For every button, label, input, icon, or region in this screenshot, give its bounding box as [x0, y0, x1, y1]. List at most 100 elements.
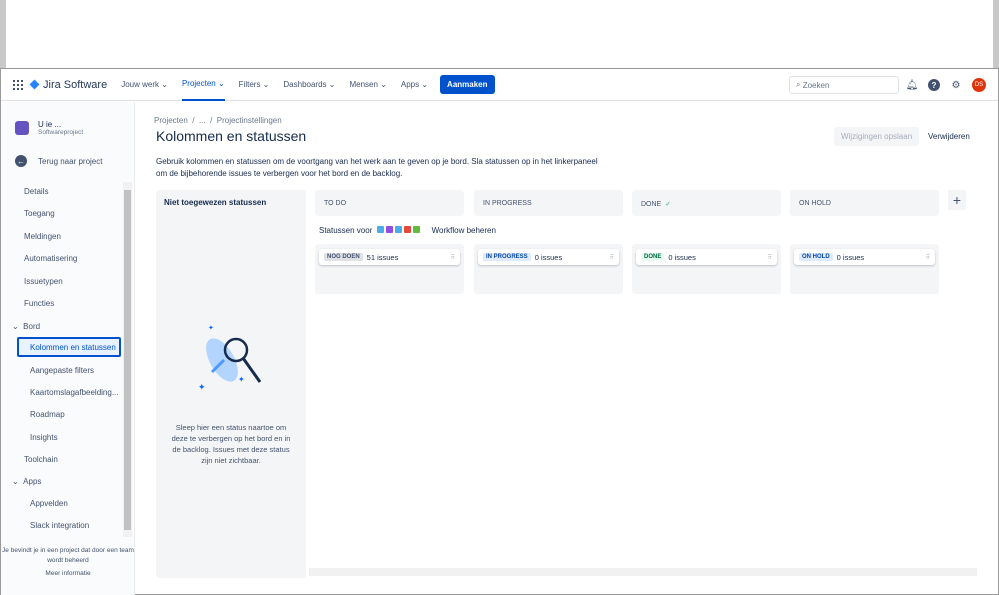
status-card[interactable]: ON HOLD 0 issues ⠿ — [794, 249, 935, 265]
project-header: U ie ... Softwareproject — [15, 120, 83, 136]
sidebar-item-toegang[interactable]: Toegang — [24, 203, 55, 223]
drag-handle-icon[interactable]: ⠿ — [926, 254, 930, 261]
sidebar-item-kolommen[interactable]: Kolommen en statussen — [17, 337, 121, 357]
nav-projecten[interactable]: Projecten ⌄ — [181, 69, 225, 101]
manage-workflow-link[interactable]: Workflow beheren — [432, 226, 496, 235]
check-icon: ✓ — [665, 201, 671, 208]
breadcrumb-projecten[interactable]: Projecten — [154, 116, 188, 125]
issue-type-icons — [375, 226, 420, 235]
more-info-link[interactable]: Meer informatie — [1, 569, 135, 579]
unassigned-statuses-panel: Niet toegewezen statussen ✦ ✦ ✦ Sleep hier… — [156, 190, 306, 578]
search-icon: ⌕ — [796, 80, 803, 89]
sidebar-item-toolchain[interactable]: Toolchain — [24, 449, 58, 469]
top-nav: Jira Software Jouw werk ⌄ Projecten ⌄ Fi… — [1, 69, 998, 101]
status-lozenge: DONE — [641, 253, 665, 261]
nav-apps[interactable]: Apps ⌄ — [401, 69, 428, 101]
search-input[interactable]: ⌕ Zoeken — [789, 76, 899, 94]
save-button[interactable]: Wijzigingen opslaan — [834, 127, 920, 146]
drag-handle-icon[interactable]: ⠿ — [451, 254, 455, 261]
statuses-for-label: Statussen voor — [319, 226, 373, 235]
issue-type-icon — [385, 226, 393, 233]
sidebar: U ie ... Softwareproject ← Terug naar proj… — [1, 102, 135, 595]
project-type: Softwareproject — [38, 129, 84, 136]
drag-handle-icon[interactable]: ⠿ — [768, 254, 772, 261]
jira-logo[interactable]: Jira Software — [29, 78, 108, 91]
delete-button[interactable]: Verwijderen — [928, 132, 970, 141]
sidebar-item-insights[interactable]: Insights — [30, 427, 58, 447]
create-button[interactable]: Aanmaken — [440, 75, 495, 94]
sidebar-item-filters[interactable]: Aangepaste filters — [30, 360, 94, 380]
column-dropzone: IN PROGRESS 0 issues ⠿ — [474, 244, 623, 294]
sidebar-item-bord[interactable]: ⌄ Bord — [12, 316, 40, 336]
app-switcher-icon[interactable] — [13, 79, 23, 90]
chevron-down-icon: ⌄ — [12, 476, 24, 486]
svg-text:✦: ✦ — [238, 375, 245, 384]
arrow-left-icon: ← — [15, 155, 27, 167]
nav-filters[interactable]: Filters ⌄ — [239, 69, 270, 101]
column-dropzone: DONE 0 issues ⠿ — [632, 244, 781, 294]
nav-dashboards[interactable]: Dashboards ⌄ — [283, 69, 335, 101]
issue-count: 0 issues — [668, 252, 696, 262]
sidebar-item-appvelden[interactable]: Appvelden — [30, 493, 68, 513]
issue-count: 0 issues — [836, 252, 865, 262]
column-inprogress-header[interactable]: IN PROGRESS — [474, 190, 623, 216]
column-todo-header[interactable]: TO DO — [315, 190, 464, 216]
column-dropzone: ON HOLD 0 issues ⠿ — [790, 244, 939, 294]
status-card[interactable]: DONE 0 issues ⠿ — [636, 249, 777, 265]
product-name: Jira Software — [43, 78, 108, 91]
avatar[interactable]: DS — [972, 78, 986, 92]
sidebar-item-apps[interactable]: ⌄ Apps — [12, 471, 41, 491]
status-lozenge: IN PROGRESS — [483, 253, 531, 261]
issue-type-icon — [412, 226, 420, 233]
issue-count: 51 issues — [366, 252, 399, 262]
column-done-header[interactable]: DONE ✓ — [632, 190, 781, 216]
help-icon[interactable]: ? — [928, 79, 940, 91]
drag-handle-icon[interactable]: ⠿ — [610, 254, 614, 261]
gear-icon[interactable]: ⚙ — [950, 79, 962, 91]
status-card[interactable]: IN PROGRESS 0 issues ⠿ — [478, 249, 619, 265]
back-to-project[interactable]: ← Terug naar project — [15, 155, 102, 167]
issue-type-icon — [376, 226, 384, 233]
sidebar-item-automatisering[interactable]: Automatisering — [24, 248, 77, 268]
issue-type-icon — [403, 226, 411, 233]
issue-type-icon — [394, 226, 402, 233]
sidebar-item-meldingen[interactable]: Meldingen — [24, 226, 61, 246]
sidebar-item-functies[interactable]: Functies — [24, 293, 54, 313]
svg-text:✦: ✦ — [208, 324, 214, 332]
team-managed-note: Je bevindt je in een project dat door ee… — [2, 547, 134, 564]
unassigned-title: Niet toegewezen statussen — [164, 198, 267, 207]
nav-jouw-werk[interactable]: Jouw werk ⌄ — [121, 69, 168, 101]
horizontal-scrollbar[interactable] — [309, 568, 977, 576]
column-onhold-header[interactable]: ON HOLD — [790, 190, 939, 216]
window-top-area — [0, 0, 999, 68]
project-avatar — [15, 121, 29, 135]
status-card[interactable]: NOG DOEN 51 issues ⠿ — [319, 249, 460, 265]
sidebar-scrollbar[interactable] — [123, 182, 132, 537]
sidebar-item-issuetypen[interactable]: Issuetypen — [24, 271, 63, 291]
status-lozenge: NOG DOEN — [324, 253, 363, 261]
add-column-button[interactable]: + — [948, 190, 966, 210]
issue-count: 0 issues — [534, 252, 563, 262]
column-dropzone: NOG DOEN 51 issues ⠿ — [315, 244, 464, 294]
svg-text:✦: ✦ — [198, 382, 206, 392]
sidebar-footer: Je bevindt je in een project dat door ee… — [1, 546, 135, 579]
page-description: Gebruik kolommen en statussen om de voor… — [156, 157, 598, 178]
unassigned-hint: Sleep hier een status naartoe om deze te… — [171, 423, 291, 465]
empty-state-illustration-icon: ✦ ✦ ✦ — [198, 324, 262, 392]
sidebar-item-roadmap[interactable]: Roadmap — [30, 404, 65, 424]
project-name: U ie ... — [38, 120, 62, 129]
sidebar-item-kaartomslag[interactable]: Kaartomslagafbeelding... — [30, 382, 119, 402]
nav-mensen[interactable]: Mensen ⌄ — [349, 69, 386, 101]
breadcrumb-settings[interactable]: Projectinstellingen — [217, 116, 282, 125]
jira-window: Jira Software Jouw werk ⌄ Projecten ⌄ Fi… — [0, 68, 999, 595]
breadcrumb-project[interactable]: ... — [199, 116, 206, 125]
sidebar-item-details[interactable]: Details — [24, 181, 48, 201]
notifications-icon[interactable]: 🔔︎ — [906, 79, 919, 91]
sidebar-item-slack[interactable]: Slack integration — [30, 515, 89, 535]
chevron-down-icon: ⌄ — [12, 321, 24, 331]
page-title: Kolommen en statussen — [156, 128, 307, 144]
status-lozenge: ON HOLD — [799, 253, 833, 261]
jira-diamond-icon — [29, 79, 40, 90]
statuses-for-row: Statussen voor Workflow beheren — [319, 226, 496, 235]
breadcrumb: Projecten / ... / Projectinstellingen — [154, 116, 282, 125]
